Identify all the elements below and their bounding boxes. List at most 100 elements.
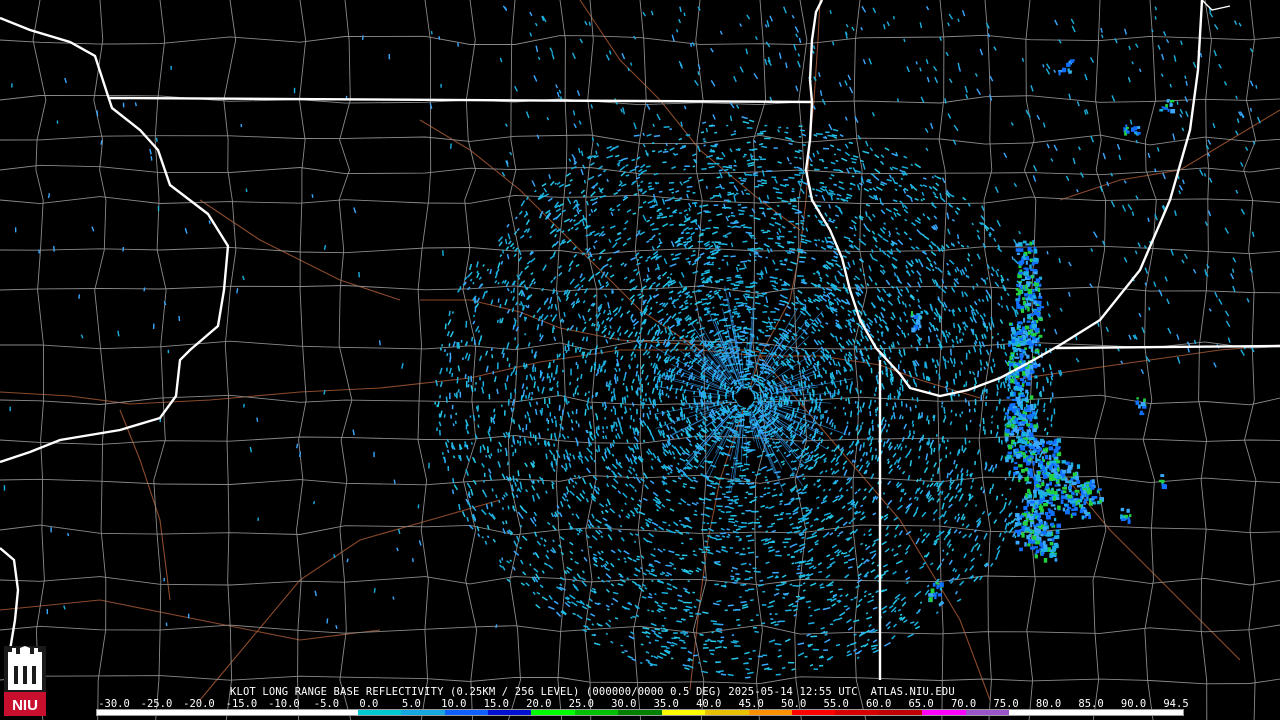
echo-pixel bbox=[1000, 305, 1004, 308]
echo-pixel bbox=[758, 155, 763, 159]
echo-pixel bbox=[603, 369, 607, 373]
echo-pixel bbox=[633, 326, 636, 330]
echo-pixel bbox=[609, 443, 612, 449]
echo-pixel bbox=[558, 404, 561, 411]
echo-pixel bbox=[783, 451, 787, 455]
echo-pixel bbox=[684, 305, 689, 309]
echo-pixel bbox=[922, 197, 926, 201]
echo-pixel bbox=[702, 204, 709, 207]
echo-pixel bbox=[797, 517, 802, 520]
echo-pixel bbox=[1009, 487, 1012, 491]
echo-pixel bbox=[508, 363, 511, 368]
echo-pixel bbox=[759, 142, 764, 146]
echo-pixel bbox=[553, 432, 557, 439]
echo-pixel bbox=[654, 413, 657, 420]
echo-pixel bbox=[587, 437, 591, 445]
echo-pixel bbox=[704, 540, 708, 543]
echo-pixel bbox=[625, 454, 628, 459]
echo-pixel bbox=[505, 520, 508, 525]
echo-pixel bbox=[750, 510, 757, 513]
echo-pixel bbox=[452, 423, 455, 427]
echo-pixel bbox=[810, 559, 814, 562]
echo-pixel bbox=[730, 282, 736, 286]
echo-pixel bbox=[953, 358, 956, 365]
echo-pixel bbox=[738, 267, 746, 270]
echo-pixel bbox=[888, 234, 891, 238]
echo-pixel bbox=[778, 126, 782, 129]
echo-pixel bbox=[989, 326, 992, 331]
echo-pixel bbox=[683, 482, 688, 486]
echo-pixel bbox=[759, 515, 762, 518]
echo-pixel bbox=[810, 382, 813, 386]
echo-pixel bbox=[495, 494, 498, 499]
echo-pixel bbox=[515, 370, 518, 376]
echo-pixel bbox=[626, 388, 629, 392]
echo-pixel bbox=[509, 240, 512, 244]
echo-pixel bbox=[443, 414, 446, 418]
echo-pixel bbox=[725, 342, 729, 346]
echo-pixel bbox=[745, 226, 752, 229]
echo-pixel bbox=[610, 603, 614, 606]
echo-pixel bbox=[911, 420, 914, 424]
echo-pixel bbox=[464, 373, 467, 379]
echo-pixel bbox=[477, 424, 480, 428]
echo-pixel bbox=[847, 566, 853, 569]
echo-pixel bbox=[493, 408, 496, 413]
echo-pixel bbox=[476, 270, 479, 274]
echo-pixel bbox=[720, 673, 727, 676]
echo-pixel bbox=[640, 566, 643, 570]
echo-pixel bbox=[754, 496, 758, 499]
echo-pixel bbox=[552, 377, 556, 381]
echo-pixel bbox=[734, 498, 740, 501]
echo-pixel bbox=[491, 354, 494, 359]
echo-pixel bbox=[528, 417, 531, 423]
echo-pixel bbox=[966, 469, 969, 474]
echo-pixel bbox=[755, 555, 759, 558]
echo-pixel bbox=[698, 389, 701, 395]
echo-pixel bbox=[671, 191, 675, 194]
echo-pixel bbox=[809, 394, 812, 401]
echo-pixel bbox=[772, 375, 775, 378]
echo-pixel bbox=[824, 633, 828, 636]
echo-pixel bbox=[656, 216, 661, 220]
echo-pixel bbox=[818, 570, 823, 574]
echo-pixel bbox=[793, 307, 798, 311]
echo-pixel bbox=[524, 333, 527, 336]
echo-pixel bbox=[700, 131, 705, 134]
echo-pixel bbox=[968, 440, 971, 443]
echo-pixel bbox=[624, 650, 628, 653]
echo-pixel bbox=[954, 515, 957, 520]
echo-pixel bbox=[776, 237, 781, 241]
echo-pixel bbox=[720, 532, 727, 535]
echo-pixel bbox=[517, 470, 520, 477]
echo-pixel bbox=[817, 239, 821, 242]
echo-pixel bbox=[747, 539, 755, 542]
echo-pixel bbox=[869, 188, 873, 191]
echo-pixel bbox=[944, 362, 947, 370]
echo-pixel bbox=[777, 620, 782, 623]
echo-pixel bbox=[740, 583, 745, 586]
echo-pixel bbox=[458, 454, 461, 460]
echo-pixel bbox=[886, 505, 889, 509]
echo-pixel bbox=[969, 370, 972, 375]
echo-pixel bbox=[784, 183, 790, 186]
echo-pixel bbox=[718, 169, 724, 172]
echo-pixel bbox=[1046, 431, 1049, 436]
echo-pixel bbox=[610, 391, 613, 394]
echo-pixel bbox=[772, 445, 777, 449]
echo-pixel bbox=[994, 463, 998, 469]
echo-pixel bbox=[813, 454, 817, 458]
echo-pixel bbox=[665, 313, 669, 316]
echo-pixel bbox=[731, 657, 739, 660]
echo-pixel bbox=[861, 421, 864, 425]
echo-pixel bbox=[772, 398, 775, 403]
echo-pixel bbox=[653, 134, 661, 138]
echo-pixel bbox=[871, 419, 874, 425]
echo-pixel bbox=[835, 643, 841, 647]
echo-pixel bbox=[788, 176, 795, 179]
echo-pixel bbox=[745, 491, 749, 494]
echo-pixel bbox=[656, 416, 659, 421]
echo-pixel bbox=[510, 444, 514, 448]
echo-pixel bbox=[817, 329, 821, 332]
echo-pixel bbox=[456, 342, 459, 349]
